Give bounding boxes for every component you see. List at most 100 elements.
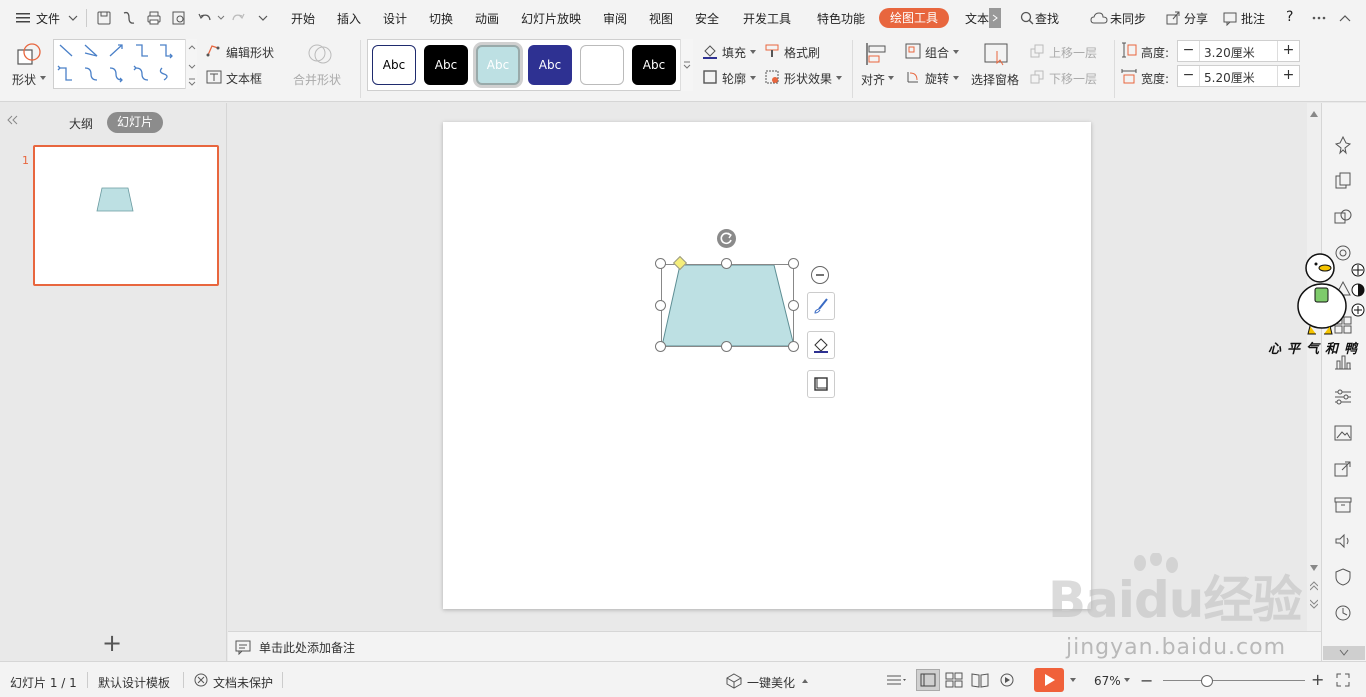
vertical-scrollbar[interactable] [1307, 103, 1321, 631]
save-icon[interactable] [95, 9, 113, 27]
archive-icon[interactable] [1333, 495, 1353, 515]
shape-effect-button[interactable]: 形状效果 [784, 70, 832, 87]
tab-transition[interactable]: 切换 [429, 10, 453, 27]
height-input[interactable]: 3.20厘米 [1204, 44, 1255, 61]
zoom-out-button[interactable]: − [1140, 671, 1153, 690]
undo-dropdown-icon[interactable] [212, 9, 230, 27]
shape-style-2[interactable]: Abc [424, 45, 468, 85]
comment-button[interactable]: 批注 [1241, 10, 1265, 27]
shape-button[interactable]: 形状 [12, 71, 36, 88]
collapse-ribbon-icon[interactable] [1336, 9, 1354, 27]
edit-shape-icon[interactable] [206, 43, 222, 59]
design-template[interactable]: 默认设计模板 [98, 674, 170, 691]
tab-outline[interactable]: 大纲 [69, 115, 93, 132]
image-icon[interactable] [1333, 423, 1353, 443]
rotate-dropdown-icon[interactable] [953, 76, 959, 80]
tab-developer[interactable]: 开发工具 [743, 10, 791, 27]
add-slide-button[interactable]: + [102, 631, 122, 655]
shape-style-6[interactable]: Abc [632, 45, 676, 85]
shape-style-4[interactable]: Abc [528, 45, 572, 85]
tab-scroll-right-button[interactable] [989, 8, 1001, 28]
document-protection-status[interactable]: 文档未保护 [213, 674, 273, 691]
one-click-beautify-button[interactable]: 一键美化 [747, 674, 795, 691]
next-slide-icon[interactable] [1310, 599, 1318, 609]
reading-view-icon[interactable] [971, 672, 989, 688]
edit-shape-button[interactable]: 编辑形状 [226, 44, 274, 61]
tab-view[interactable]: 视图 [649, 10, 673, 27]
tab-text-tools[interactable]: 文本 [965, 10, 989, 27]
resize-handle-bottom-right[interactable] [788, 341, 799, 352]
group-dropdown-icon[interactable] [953, 50, 959, 54]
collapse-panel-icon[interactable] [6, 115, 18, 125]
slide-thumbnail-1[interactable] [33, 145, 219, 286]
tab-home[interactable]: 开始 [291, 10, 315, 27]
slide-sorter-view-icon[interactable] [945, 672, 963, 688]
export-pdf-icon[interactable] [120, 9, 138, 27]
rotate-button[interactable]: 旋转 [925, 70, 949, 87]
tab-slides[interactable]: 幻灯片 [107, 112, 163, 133]
properties-icon[interactable] [1333, 387, 1353, 407]
align-icon[interactable] [864, 41, 890, 67]
width-decrement-button[interactable]: − [1178, 66, 1200, 86]
play-dropdown-icon[interactable] [1070, 678, 1076, 682]
print-icon[interactable] [145, 9, 163, 27]
shape-effect-dropdown-icon[interactable] [836, 76, 842, 80]
group-button[interactable]: 组合 [925, 44, 949, 61]
beautify-dropdown-icon[interactable] [802, 679, 808, 683]
zoom-in-button[interactable]: + [1311, 670, 1324, 689]
pin-icon[interactable] [1333, 135, 1353, 155]
export-icon[interactable] [1333, 459, 1353, 479]
shape-style-3-selected[interactable]: Abc [476, 45, 520, 85]
search-button[interactable]: 查找 [1035, 10, 1059, 27]
history-icon[interactable] [1333, 603, 1353, 623]
tab-animation[interactable]: 动画 [475, 10, 499, 27]
help-button[interactable]: ? [1286, 9, 1293, 25]
zoom-dropdown-icon[interactable] [1124, 678, 1130, 682]
text-box-icon[interactable] [206, 69, 222, 85]
outline-dropdown-icon[interactable] [750, 76, 756, 80]
notes-toggle-icon[interactable] [886, 673, 908, 687]
file-menu[interactable]: 文件 [36, 10, 60, 27]
shape-dropdown-icon[interactable] [40, 76, 46, 80]
chevron-down-icon[interactable] [64, 9, 82, 27]
resize-handle-top-left[interactable] [655, 258, 666, 269]
security-shield-icon[interactable] [1333, 567, 1353, 587]
cloud-sync-icon[interactable] [1090, 9, 1108, 27]
quick-fill-button[interactable] [807, 331, 835, 359]
fit-window-icon[interactable] [1336, 673, 1350, 687]
search-icon[interactable] [1018, 9, 1036, 27]
resize-handle-right[interactable] [788, 300, 799, 311]
resize-handle-bottom[interactable] [721, 341, 732, 352]
align-dropdown-icon[interactable] [888, 76, 894, 80]
align-button[interactable]: 对齐 [861, 71, 885, 88]
width-increment-button[interactable]: + [1277, 66, 1299, 86]
copy-icon[interactable] [1333, 171, 1353, 191]
zoom-slider-track[interactable] [1163, 680, 1305, 681]
audio-icon[interactable] [1333, 531, 1353, 551]
selection-pane-button[interactable]: 选择窗格 [971, 71, 1019, 88]
shape-icon[interactable] [16, 42, 42, 68]
print-preview-icon[interactable] [170, 9, 188, 27]
shape-panel-icon[interactable] [1333, 207, 1353, 227]
resize-handle-left[interactable] [655, 300, 666, 311]
more-options-icon[interactable] [1310, 9, 1328, 27]
resize-handle-bottom-left[interactable] [655, 341, 666, 352]
hamburger-menu-icon[interactable] [14, 9, 32, 27]
fill-dropdown-icon[interactable] [750, 50, 756, 54]
presenter-view-icon[interactable] [998, 672, 1016, 688]
quick-outline-button[interactable] [807, 370, 835, 398]
tab-review[interactable]: 审阅 [603, 10, 627, 27]
normal-view-button[interactable] [916, 669, 940, 691]
fill-icon[interactable] [702, 43, 718, 59]
tab-slideshow[interactable]: 幻灯片放映 [521, 10, 581, 27]
height-increment-button[interactable]: + [1277, 41, 1299, 61]
shape-effect-icon[interactable] [764, 69, 780, 85]
fill-button[interactable]: 填充 [722, 44, 746, 61]
tab-drawing-tools[interactable]: 绘图工具 [879, 8, 949, 28]
collapse-quick-tools-icon[interactable] [811, 266, 829, 284]
share-icon[interactable] [1164, 9, 1182, 27]
rotate-icon[interactable] [905, 69, 921, 85]
tab-design[interactable]: 设计 [383, 10, 407, 27]
shape-style-5[interactable] [580, 45, 624, 85]
shape-style-1[interactable]: Abc [372, 45, 416, 85]
